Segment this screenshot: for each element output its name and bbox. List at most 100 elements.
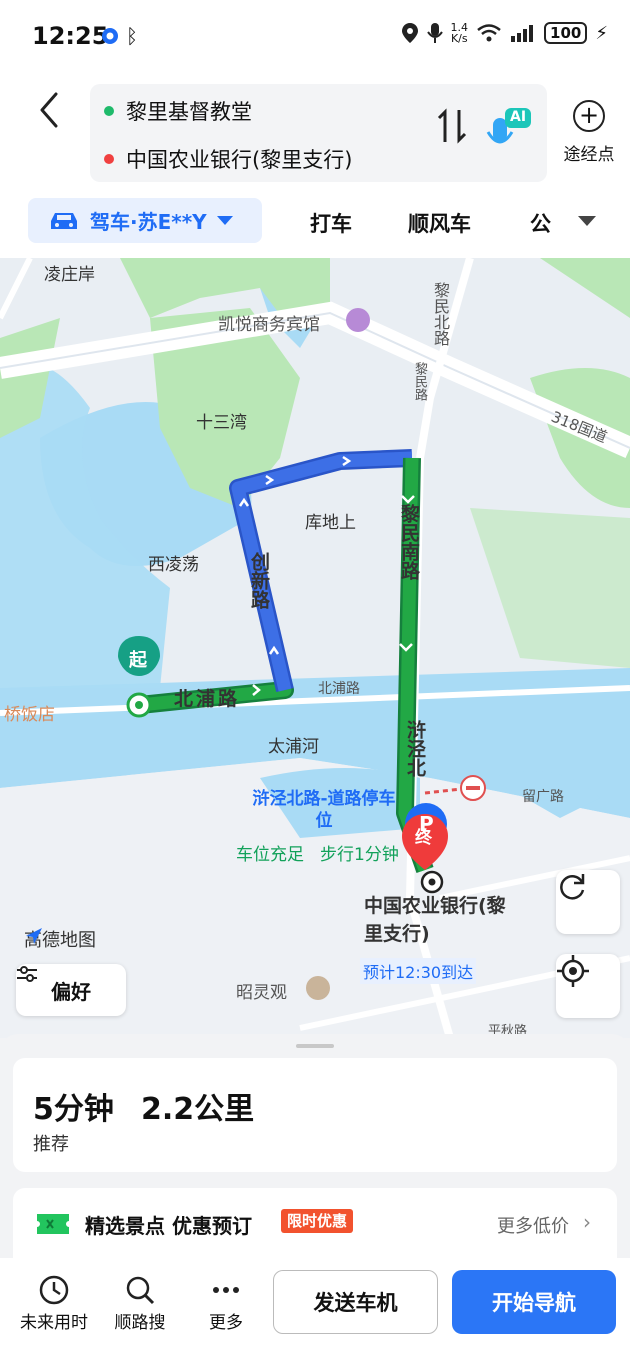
route-header: 黎里基督教堂 中国农业银行(黎里支行) AI + 途经点 驾车·苏E**Y 打车 xyxy=(0,72,630,258)
route-time: 5分钟 xyxy=(33,1092,114,1127)
crosshair-icon xyxy=(557,955,589,987)
back-button[interactable] xyxy=(30,90,70,130)
status-bar: 12:25 ᛒ 1.4 K/s 100 ⚡ xyxy=(0,0,630,72)
more-button[interactable]: 更多 xyxy=(186,1272,266,1333)
map-label-taipu-river: 太浦河 xyxy=(268,737,319,757)
amap-brand: 高德地图 xyxy=(24,926,96,952)
parking-marker-label: P xyxy=(419,812,434,836)
clock-icon xyxy=(39,1275,69,1305)
parking-status: 车位充足 xyxy=(236,845,304,865)
origin-text: 黎里基督教堂 xyxy=(126,100,252,124)
promo-title: 精选景点 优惠预订 xyxy=(85,1214,252,1238)
ai-label: AI xyxy=(510,109,527,125)
search-along-label: 顺路搜 xyxy=(114,1313,166,1333)
green-area-8 xyxy=(540,258,630,318)
parking-walk: 步行1分钟 xyxy=(320,845,399,865)
plus-icon: + xyxy=(573,100,605,132)
search-along-button[interactable]: 顺路搜 xyxy=(100,1272,180,1333)
promo-card[interactable]: 精选景点 优惠预订 限时优惠 更多低价 › xyxy=(13,1188,617,1260)
route-distance: 2.2公里 xyxy=(141,1092,255,1127)
add-waypoint-button[interactable]: + 途经点 xyxy=(556,100,622,165)
bluetooth-icon: ᛒ xyxy=(126,24,138,48)
location-icon xyxy=(401,23,418,43)
tab-bus[interactable]: 公 xyxy=(530,208,551,238)
status-time: 12:25 xyxy=(32,22,109,50)
promo-more[interactable]: 更多低价 xyxy=(497,1212,569,1238)
map-label-kudishang: 库地上 xyxy=(305,513,356,533)
map-label-restaurant: 桥饭店 xyxy=(4,705,55,725)
signal-icon xyxy=(511,25,534,42)
route-sheet: 5分钟 2.2公里 推荐 精选景点 优惠预订 限时优惠 更多低价 › xyxy=(0,1034,630,1260)
future-time-button[interactable]: 未来用时 xyxy=(14,1272,94,1333)
wifi-icon xyxy=(477,24,501,42)
status-icons: 1.4 K/s 100 ⚡ xyxy=(401,22,608,44)
more-label: 更多 xyxy=(209,1313,243,1333)
promo-badge-text: 限时优惠 xyxy=(281,1209,354,1233)
map-label-limin-small: 黎民路 xyxy=(412,362,427,401)
swap-icon xyxy=(437,108,467,144)
origin-field[interactable]: 黎里基督教堂 xyxy=(104,96,252,126)
map-label-shisanwan: 十三湾 xyxy=(196,413,247,433)
map-label-limin-north: 黎民北路 xyxy=(431,282,450,346)
parking-name[interactable]: 浒泾北路-道路停车位 xyxy=(244,788,404,832)
preference-button[interactable]: 偏好 xyxy=(16,964,126,1016)
chevron-down-icon xyxy=(216,216,233,225)
map-canvas xyxy=(0,258,630,1038)
route-tag: 推荐 xyxy=(33,1134,69,1155)
tab-drive[interactable]: 驾车·苏E**Y xyxy=(28,198,262,243)
send-to-car-button[interactable]: 发送车机 xyxy=(273,1270,438,1334)
sliders-icon xyxy=(17,966,37,982)
map-label-liuguang-road: 留广路 xyxy=(522,789,564,805)
route-input-box: 黎里基督教堂 中国农业银行(黎里支行) AI xyxy=(90,84,547,182)
transport-mode-bar: 驾车·苏E**Y 打车 顺风车 公 xyxy=(0,198,630,256)
sheet-drag-handle[interactable] xyxy=(296,1044,334,1048)
origin-dot-icon xyxy=(104,106,114,116)
chevron-right-icon: › xyxy=(583,1210,591,1234)
drive-label: 驾车·苏E**Y xyxy=(90,210,207,234)
more-dots-icon xyxy=(213,1287,239,1293)
mic-icon xyxy=(426,23,443,43)
net-speed-unit: K/s xyxy=(450,32,468,45)
bottom-action-bar: 未来用时 顺路搜 更多 发送车机 开始导航 xyxy=(0,1258,630,1360)
back-arrow-icon xyxy=(40,92,58,128)
waypoint-label: 途经点 xyxy=(563,145,615,165)
start-marker-label: 起 xyxy=(129,650,147,671)
more-modes-chevron-icon[interactable] xyxy=(578,216,596,226)
tab-carpool[interactable]: 顺风车 xyxy=(408,208,471,238)
navigation-arrow-icon xyxy=(26,928,42,944)
route-label-limin-south: 黎民南路 xyxy=(398,504,420,580)
temple-icon xyxy=(306,976,330,1000)
future-time-label: 未来用时 xyxy=(20,1313,88,1333)
battery-indicator: 100 xyxy=(544,22,588,44)
tab-taxi[interactable]: 打车 xyxy=(310,208,352,238)
promo-badge: 限时优惠 xyxy=(281,1209,354,1233)
green-area-5 xyxy=(470,508,630,668)
ticket-icon xyxy=(37,1214,69,1234)
destination-text: 中国农业银行(黎里支行) xyxy=(126,148,353,172)
map-label-xilingdang: 西凌荡 xyxy=(148,555,199,575)
destination-field[interactable]: 中国农业银行(黎里支行) xyxy=(104,144,352,174)
map-label-beipu-road-small: 北浦路 xyxy=(318,681,360,697)
hotel-icon xyxy=(346,308,370,332)
destination-dot-icon xyxy=(104,154,114,164)
map-label-zhaolingguan: 昭灵观 xyxy=(236,983,287,1003)
route-label-chuangxin: 创新路 xyxy=(248,552,270,609)
map-label-hotel: 凯悦商务宾馆 xyxy=(218,315,320,335)
ai-voice-button[interactable]: AI xyxy=(485,106,537,158)
refresh-icon xyxy=(560,874,585,900)
route-summary-card[interactable]: 5分钟 2.2公里 推荐 xyxy=(13,1058,617,1172)
swap-route-button[interactable] xyxy=(435,106,469,155)
eta-label: 预计12:30到达 xyxy=(360,958,477,984)
refresh-button[interactable] xyxy=(556,870,620,934)
locate-button[interactable] xyxy=(556,954,620,1018)
search-icon xyxy=(126,1276,155,1305)
charging-icon: ⚡ xyxy=(595,22,608,44)
map-label-lingzhuang: 凌庄岸 xyxy=(44,265,95,285)
preference-label: 偏好 xyxy=(51,979,91,1004)
destination-map-label: 中国农业银行(黎里支行) xyxy=(364,895,506,945)
start-navigation-button[interactable]: 开始导航 xyxy=(452,1270,616,1334)
notification-icon xyxy=(100,26,120,50)
map-view[interactable]: 凌庄岸 凯悦商务宾馆 十三湾 库地上 西凌荡 桥饭店 太浦河 北浦路 留广路 昭… xyxy=(0,258,630,1038)
route-label-beipu: 北浦路 xyxy=(174,688,241,710)
route-label-pingze-north: 浒泾北 xyxy=(404,720,426,777)
